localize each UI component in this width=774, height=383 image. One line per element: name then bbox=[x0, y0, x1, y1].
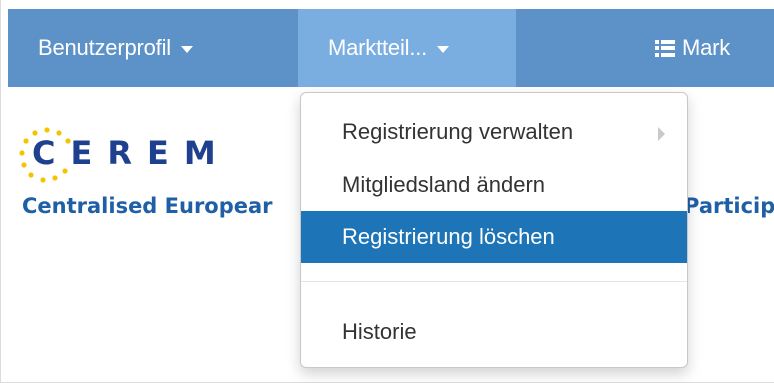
menu-divider bbox=[301, 281, 687, 282]
logo-subtitle: Centralised Europear bbox=[22, 194, 273, 218]
caret-down-icon bbox=[180, 46, 193, 53]
logo-subtitle-continued: Particip bbox=[684, 194, 774, 218]
menu-item-label: Mitgliedsland ändern bbox=[342, 172, 546, 197]
menu-item-label: Registrierung verwalten bbox=[342, 119, 574, 144]
submenu-arrow-icon bbox=[658, 127, 665, 141]
menu-item-delete-registration[interactable]: Registrierung löschen bbox=[301, 211, 687, 263]
menu-item-label: Registrierung löschen bbox=[342, 224, 555, 249]
menu-item-manage-registration[interactable]: Registrierung verwalten bbox=[301, 106, 687, 158]
list-icon bbox=[655, 39, 675, 57]
menu-item-change-member-state[interactable]: Mitgliedsland ändern bbox=[301, 159, 687, 211]
market-list-label: Mark bbox=[682, 35, 731, 60]
logo-wordmark: CEREM bbox=[32, 134, 231, 172]
menu-item-label: Historie bbox=[342, 319, 417, 344]
user-profile-label: Benutzerprofil bbox=[38, 35, 171, 60]
menu-item-history[interactable]: Historie bbox=[301, 306, 687, 358]
market-participant-menu[interactable]: Marktteil... bbox=[298, 9, 516, 87]
caret-down-icon bbox=[437, 46, 450, 53]
user-profile-menu[interactable]: Benutzerprofil bbox=[8, 9, 298, 87]
market-participant-label: Marktteil... bbox=[328, 35, 428, 60]
top-navbar: Benutzerprofil Marktteil... Mark bbox=[8, 9, 774, 87]
market-list-menu[interactable]: Mark bbox=[648, 9, 774, 87]
market-participant-dropdown: Registrierung verwalten Mitgliedsland än… bbox=[300, 92, 688, 368]
